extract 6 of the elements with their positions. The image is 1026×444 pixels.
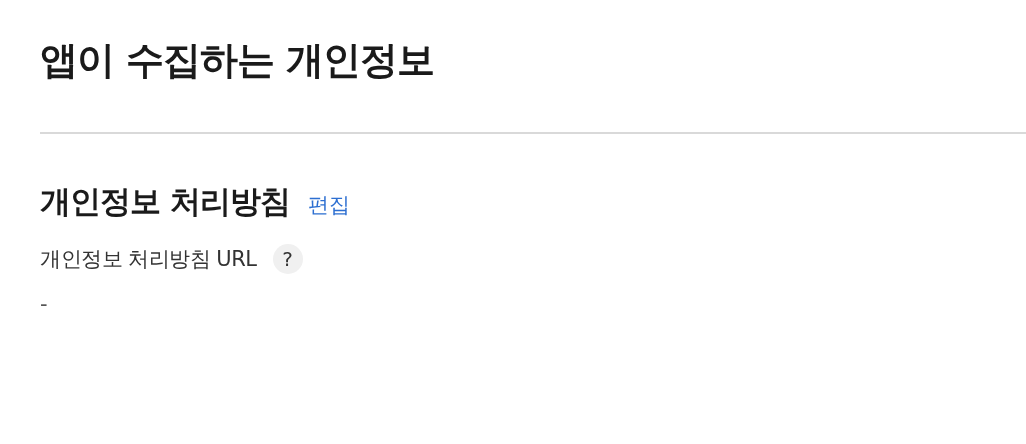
help-icon[interactable]: ? [272, 244, 303, 274]
page-title: 앱이 수집하는 개인정보 [40, 37, 436, 84]
edit-link[interactable]: 편집 [307, 191, 350, 219]
field-label: 개인정보 처리방침 URL [40, 246, 257, 273]
section-title: 개인정보 처리방침 [40, 182, 290, 221]
field-value: - [40, 292, 49, 316]
